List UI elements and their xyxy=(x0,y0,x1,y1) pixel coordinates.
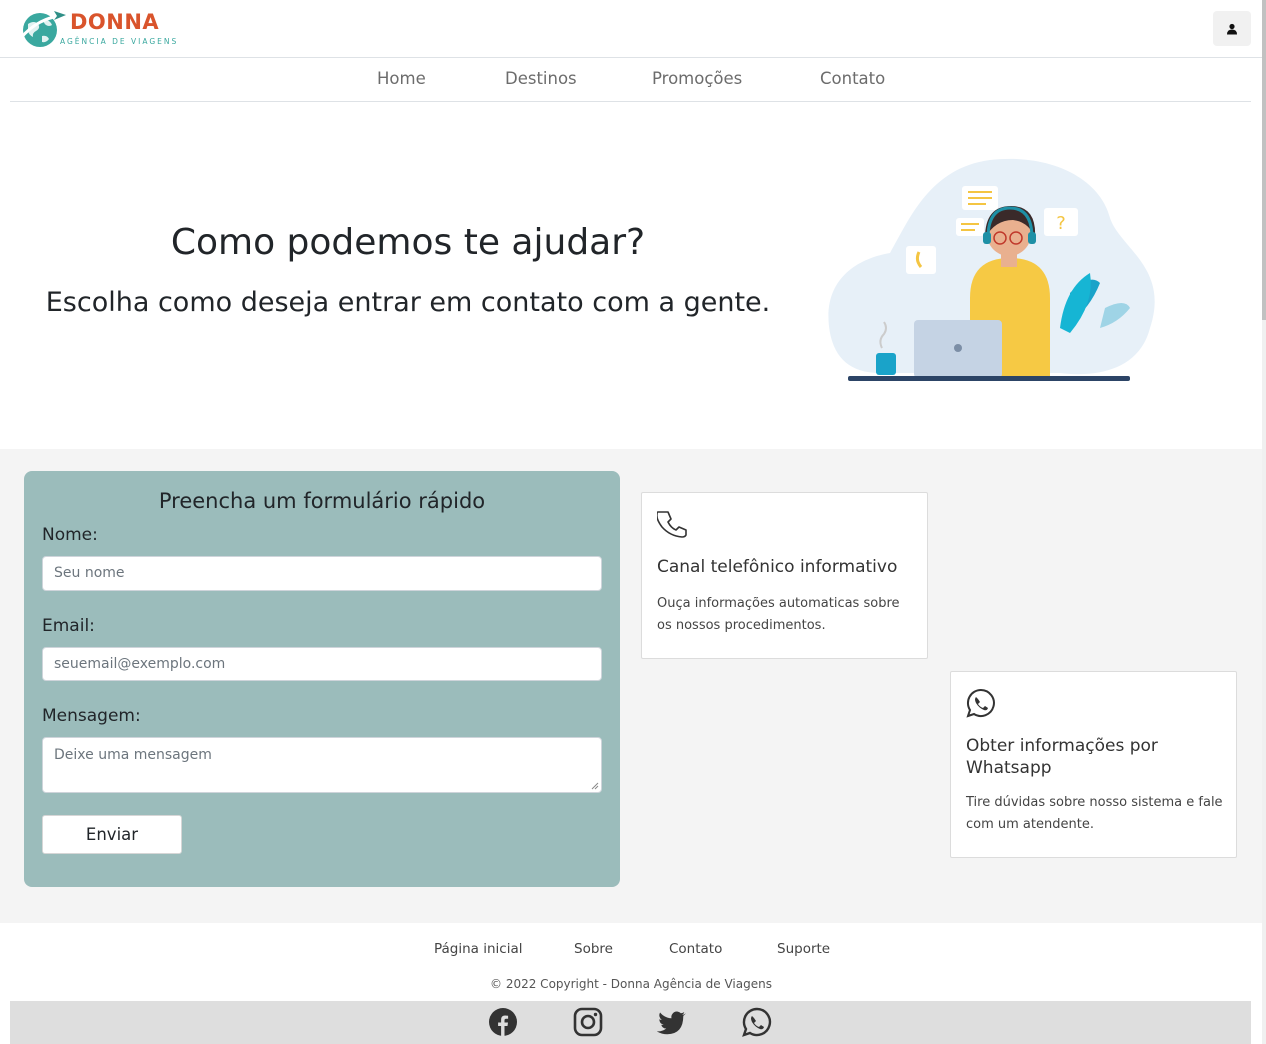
footer-link-sobre[interactable]: Sobre xyxy=(574,941,613,957)
resize-handle-icon[interactable] xyxy=(591,782,599,790)
main-nav: Home Destinos Promoções Contato xyxy=(10,58,1251,102)
send-button[interactable]: Enviar xyxy=(42,815,182,854)
whatsapp-card-text: Tire dúvidas sobre nosso sistema e fale … xyxy=(966,795,1223,832)
instagram-icon[interactable] xyxy=(573,1007,603,1037)
hero-subtitle: Escolha como deseja entrar em contato co… xyxy=(45,287,771,318)
page-scrollbar-thumb[interactable] xyxy=(1262,0,1266,320)
message-placeholder: Deixe uma mensagem xyxy=(54,747,212,763)
nav-destinos[interactable]: Destinos xyxy=(505,69,577,88)
phone-card-text: Ouça informações automaticas sobre os no… xyxy=(657,596,900,633)
email-input[interactable]: seuemail@exemplo.com xyxy=(42,647,602,681)
name-placeholder: Seu nome xyxy=(54,565,125,581)
phone-card-title: Canal telefônico informativo xyxy=(657,557,898,577)
brand-logo[interactable]: DONNA AGÊNCIA DE VIAGENS xyxy=(18,9,176,49)
twitter-icon[interactable] xyxy=(657,1007,687,1037)
support-agent-illustration: ? xyxy=(828,158,1155,381)
email-placeholder: seuemail@exemplo.com xyxy=(54,656,226,672)
phone-icon xyxy=(657,511,687,538)
whatsapp-icon xyxy=(966,688,995,718)
email-label: Email: xyxy=(42,616,95,636)
brand-tagline: AGÊNCIA DE VIAGENS xyxy=(60,37,179,46)
nav-promocoes[interactable]: Promoções xyxy=(652,69,742,88)
whatsapp-card-title: Obter informações por Whatsapp xyxy=(966,736,1158,778)
svg-text:?: ? xyxy=(1056,213,1066,234)
name-label: Nome: xyxy=(42,525,98,545)
nav-home[interactable]: Home xyxy=(377,69,426,88)
whatsapp-social-icon[interactable] xyxy=(742,1007,772,1037)
phone-channel-card[interactable]: Canal telefônico informativo Ouça inform… xyxy=(641,492,928,659)
top-bar: DONNA AGÊNCIA DE VIAGENS xyxy=(0,0,1262,58)
footer-link-suporte[interactable]: Suporte xyxy=(777,941,830,957)
user-account-button[interactable] xyxy=(1213,11,1251,46)
facebook-icon[interactable] xyxy=(488,1007,518,1037)
copyright-text: © 2022 Copyright - Donna Agência de Viag… xyxy=(490,977,772,991)
user-icon xyxy=(1227,23,1237,34)
message-textarea[interactable]: Deixe uma mensagem xyxy=(42,737,602,793)
brand-name: DONNA xyxy=(70,10,160,34)
nav-contato[interactable]: Contato xyxy=(820,69,885,88)
quick-contact-form: Preencha um formulário rápido Nome: Seu … xyxy=(24,471,620,887)
form-title: Preencha um formulário rápido xyxy=(158,489,486,513)
hero-title: Como podemos te ajudar? xyxy=(170,222,646,263)
footer-link-contato[interactable]: Contato xyxy=(669,941,722,957)
message-label: Mensagem: xyxy=(42,706,141,726)
social-bar xyxy=(10,1001,1251,1044)
name-input[interactable]: Seu nome xyxy=(42,556,602,591)
whatsapp-channel-card[interactable]: Obter informações por Whatsapp Tire dúvi… xyxy=(950,671,1237,858)
footer-link-home[interactable]: Página inicial xyxy=(434,941,523,957)
